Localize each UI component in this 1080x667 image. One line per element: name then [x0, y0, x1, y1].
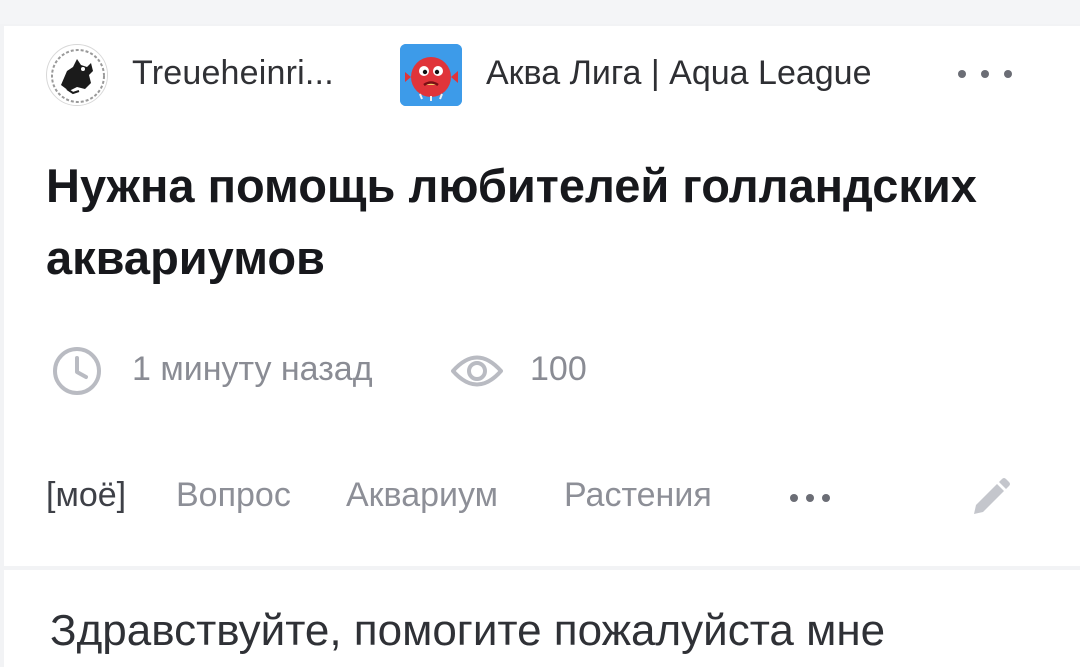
- tag-mine[interactable]: [моё]: [46, 476, 126, 515]
- pencil-edit-icon[interactable]: [966, 474, 1014, 522]
- post-header: Treueheinri... Аква Лига | Aqua League: [46, 44, 1036, 108]
- more-horizontal-icon-dot: [981, 70, 989, 78]
- top-separator: [0, 0, 1080, 24]
- tag-aquarium[interactable]: Аквариум: [346, 476, 498, 515]
- more-horizontal-icon-dot: [1004, 70, 1012, 78]
- post-title[interactable]: Нужна помощь любителей голландских аквар…: [46, 150, 1026, 294]
- community-name[interactable]: Аква Лига | Aqua League: [486, 54, 872, 93]
- tags-row: [моё] Вопрос Аквариум Растения: [46, 470, 1036, 526]
- community-avatar[interactable]: [400, 44, 462, 106]
- post-meta: 1 минуту назад 100: [52, 344, 752, 398]
- more-horizontal-icon-dot: [822, 494, 830, 502]
- post-time: 1 минуту назад: [132, 350, 373, 388]
- author-name[interactable]: Treueheinri...: [132, 54, 334, 93]
- more-tags-button[interactable]: [790, 488, 830, 508]
- more-horizontal-icon-dot: [806, 494, 814, 502]
- more-options-button[interactable]: [958, 54, 1012, 94]
- more-horizontal-icon-dot: [790, 494, 798, 502]
- author-avatar[interactable]: [46, 44, 108, 106]
- tag-question[interactable]: Вопрос: [176, 476, 291, 515]
- eye-icon: [451, 355, 503, 387]
- more-horizontal-icon-dot: [958, 70, 966, 78]
- post-body-card: Здравствуйте, помогите пожалуйста мне: [4, 570, 1080, 667]
- red-pufferfish-icon: [400, 44, 462, 106]
- black-dog-emblem-icon: [48, 46, 107, 105]
- tag-plants[interactable]: Растения: [564, 476, 712, 515]
- clock-icon: [53, 347, 101, 395]
- view-count: 100: [530, 350, 587, 388]
- post-body-preview[interactable]: Здравствуйте, помогите пожалуйста мне: [50, 606, 885, 656]
